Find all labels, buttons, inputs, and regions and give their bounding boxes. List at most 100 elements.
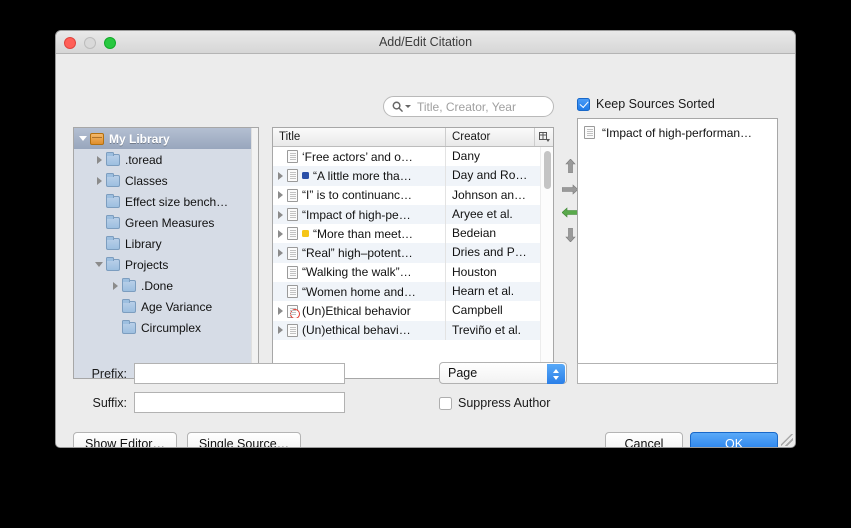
collections-scrollbar[interactable] bbox=[251, 128, 258, 378]
disclosure-triangle-right-icon[interactable] bbox=[273, 304, 287, 318]
collection-label: Library bbox=[125, 236, 162, 251]
column-header-creator[interactable]: Creator bbox=[445, 128, 534, 146]
item-title: “More than meet… bbox=[313, 226, 414, 241]
cell-title: (Un)ethical behavi… bbox=[273, 323, 445, 337]
table-row[interactable]: “Real” high–potent… Dries and P… bbox=[273, 243, 553, 263]
table-row[interactable]: “More than meet… Bedeian bbox=[273, 224, 553, 244]
table-row[interactable]: “I” is to continuanc… Johnson an… bbox=[273, 185, 553, 205]
cell-title: “Walking the walk”… bbox=[273, 265, 445, 279]
disclosure-triangle-right-icon[interactable] bbox=[273, 323, 287, 337]
disclosure-triangle-right-icon[interactable] bbox=[273, 169, 287, 183]
table-row[interactable]: “Walking the walk”… Houston bbox=[273, 262, 553, 283]
disclosure-triangle-right-icon[interactable] bbox=[273, 246, 287, 260]
cancel-button[interactable]: Cancel bbox=[605, 432, 683, 447]
selected-source-item[interactable]: “Impact of high-performan… bbox=[578, 123, 777, 142]
keep-sources-sorted-label: Keep Sources Sorted bbox=[596, 97, 715, 111]
single-source-button[interactable]: Single Source… bbox=[187, 432, 301, 447]
item-title: (Un)ethical behavi… bbox=[302, 323, 411, 338]
collection-row[interactable]: Library bbox=[74, 233, 258, 254]
document-icon bbox=[287, 227, 298, 241]
zoom-button[interactable] bbox=[104, 37, 116, 49]
chevron-down-icon bbox=[553, 375, 559, 380]
column-header-title[interactable]: Title bbox=[273, 128, 445, 146]
selected-sources-pane[interactable]: “Impact of high-performan… bbox=[577, 118, 778, 376]
disclosure-triangle-right-icon[interactable] bbox=[273, 227, 287, 241]
collection-row[interactable]: Projects bbox=[74, 254, 258, 275]
arrow-up-icon bbox=[564, 159, 576, 173]
table-row[interactable]: (Un)ethical behavi… Treviño et al. bbox=[273, 320, 553, 340]
collection-row[interactable]: Circumplex bbox=[74, 317, 258, 338]
suppress-author-checkbox-box[interactable] bbox=[439, 396, 452, 410]
ok-button[interactable]: OK bbox=[690, 432, 778, 447]
collection-row[interactable]: Effect size bench… bbox=[74, 191, 258, 212]
tag-color-blue-icon bbox=[302, 172, 309, 180]
disclosure-triangle-right-icon[interactable] bbox=[273, 208, 287, 222]
locator-value-input[interactable] bbox=[577, 363, 778, 384]
item-creator: Bedeian bbox=[445, 224, 553, 244]
items-scrollbar-thumb[interactable] bbox=[544, 151, 551, 189]
locator-stepper-icon[interactable] bbox=[547, 364, 565, 384]
table-row[interactable]: (Un)Ethical behavior Campbell bbox=[273, 301, 553, 321]
document-icon bbox=[287, 265, 298, 279]
folder-icon bbox=[122, 277, 136, 292]
item-creator: Aryee et al. bbox=[445, 204, 553, 225]
collection-row[interactable]: .toread bbox=[74, 149, 258, 170]
table-row[interactable]: “Impact of high-pe… Aryee et al. bbox=[273, 204, 553, 225]
show-editor-button[interactable]: Show Editor… bbox=[73, 432, 177, 447]
library-icon bbox=[90, 132, 104, 145]
search-scope-chevron-down-icon[interactable] bbox=[405, 105, 411, 108]
suffix-input[interactable] bbox=[134, 392, 345, 413]
item-creator: Houston bbox=[445, 262, 553, 283]
resize-grip[interactable] bbox=[781, 434, 793, 446]
disclosure-triangle-right-icon[interactable] bbox=[94, 154, 105, 165]
collection-label: Projects bbox=[125, 257, 169, 272]
add-edit-citation-window: Add/Edit Citation Title, Creator, Year K… bbox=[55, 30, 796, 448]
item-creator: Dries and P… bbox=[445, 243, 553, 263]
keep-sources-sorted-checkbox[interactable]: Keep Sources Sorted bbox=[577, 97, 715, 111]
document-icon bbox=[287, 169, 298, 183]
disclosure-triangle-down-icon[interactable] bbox=[94, 259, 105, 270]
collection-row[interactable]: .Done bbox=[74, 275, 258, 296]
disclosure-triangle-down-icon[interactable] bbox=[78, 133, 89, 144]
collections-pane[interactable]: My Library .toread Classes Effect size benc… bbox=[73, 127, 259, 379]
item-creator: Campbell bbox=[445, 301, 553, 321]
disclosure-triangle-right-icon[interactable] bbox=[94, 175, 105, 186]
table-row[interactable]: ‘Free actors’ and o… Dany bbox=[273, 147, 553, 167]
traffic-light-buttons bbox=[64, 37, 116, 49]
close-button[interactable] bbox=[64, 37, 76, 49]
search-input[interactable]: Title, Creator, Year bbox=[383, 96, 554, 117]
locator-type-value: Page bbox=[448, 366, 478, 380]
prefix-label: Prefix: bbox=[91, 367, 127, 381]
collection-label: Effect size bench… bbox=[125, 194, 229, 209]
document-icon bbox=[287, 323, 298, 337]
selected-sources-list[interactable]: “Impact of high-performan… bbox=[578, 123, 777, 142]
locator-type-select[interactable]: Page bbox=[439, 362, 567, 384]
folder-icon bbox=[106, 256, 120, 271]
table-row[interactable]: “Women home and… Hearn et al. bbox=[273, 282, 553, 302]
collection-label: .Done bbox=[141, 278, 174, 293]
disclosure-triangle-right-icon[interactable] bbox=[273, 188, 287, 202]
collection-row[interactable]: Age Variance bbox=[74, 296, 258, 317]
search-placeholder-text: Title, Creator, Year bbox=[417, 99, 516, 114]
column-options-button[interactable] bbox=[534, 128, 553, 146]
items-scrollbar[interactable] bbox=[540, 147, 553, 378]
collection-row[interactable]: Classes bbox=[74, 170, 258, 191]
search-field-wrapper[interactable]: Title, Creator, Year bbox=[383, 96, 554, 117]
cell-title: “Women home and… bbox=[273, 285, 445, 299]
prefix-input[interactable] bbox=[134, 363, 345, 384]
items-pane[interactable]: Title Creator ‘Free actors’ and o… Dany “A… bbox=[272, 127, 554, 379]
collections-list[interactable]: My Library .toread Classes Effect size benc… bbox=[74, 128, 258, 378]
items-list[interactable]: ‘Free actors’ and o… Dany “A little more t… bbox=[273, 147, 553, 378]
suffix-label: Suffix: bbox=[92, 396, 127, 410]
table-row[interactable]: “A little more tha… Day and Ro… bbox=[273, 166, 553, 186]
suppress-author-checkbox[interactable]: Suppress Author bbox=[439, 396, 550, 410]
collection-row[interactable]: Green Measures bbox=[74, 212, 258, 233]
minimize-button[interactable] bbox=[84, 37, 96, 49]
disclosure-triangle-right-icon[interactable] bbox=[110, 280, 121, 291]
keep-sources-sorted-checkmark-icon[interactable] bbox=[577, 97, 590, 111]
collection-row[interactable]: My Library bbox=[74, 128, 258, 149]
collection-label: Circumplex bbox=[141, 320, 202, 335]
